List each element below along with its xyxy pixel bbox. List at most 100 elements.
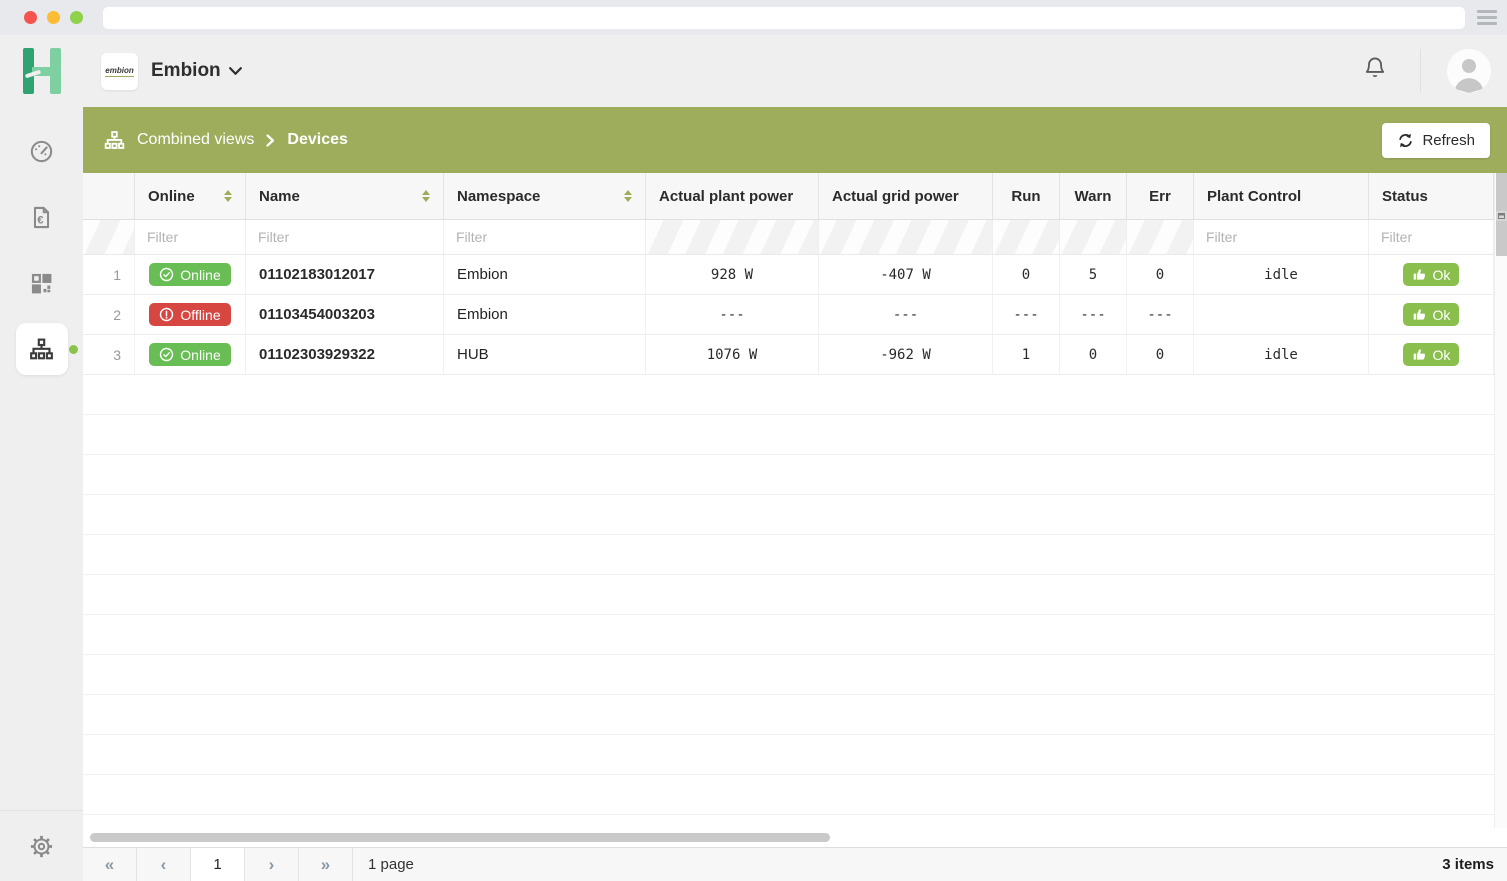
maximize-window-button[interactable] <box>70 11 83 24</box>
cell-online: Online <box>135 335 246 374</box>
ok-status-badge: Ok <box>1403 303 1460 326</box>
app-logo[interactable] <box>0 35 83 107</box>
column-label: Warn <box>1075 188 1112 205</box>
minimize-window-button[interactable] <box>47 11 60 24</box>
cell-err: 0 <box>1127 255 1194 294</box>
cell-status: Ok <box>1369 335 1494 374</box>
filter-input-name[interactable] <box>258 229 431 245</box>
hierarchy-icon <box>28 336 55 363</box>
browser-chrome <box>0 0 1507 35</box>
empty-row <box>83 615 1494 655</box>
filter-input-status[interactable] <box>1381 229 1481 245</box>
column-header-online[interactable]: Online <box>135 173 246 219</box>
filter-input-online[interactable] <box>147 229 233 245</box>
horizontal-scrollbar <box>83 828 1507 847</box>
qr-grid-icon <box>28 270 55 297</box>
column-chooser-button[interactable] <box>1496 211 1507 221</box>
cell-namespace: HUB <box>444 335 646 374</box>
online-status-badge: Online <box>149 343 230 366</box>
cell-rownum: 3 <box>83 335 135 374</box>
column-label: Err <box>1149 188 1171 205</box>
column-label: Run <box>1011 188 1040 205</box>
table-row[interactable]: 1Online01102183012017Embion928 W-407 W05… <box>83 255 1494 295</box>
cell-rownum: 1 <box>83 255 135 294</box>
sort-arrows-icon[interactable] <box>216 190 232 202</box>
org-name-label: Embion <box>151 60 221 82</box>
cell-run: 1 <box>993 335 1060 374</box>
invoice-euro-icon: € <box>28 204 55 231</box>
cell-grid_power: -962 W <box>819 335 993 374</box>
cell-grid_power: -407 W <box>819 255 993 294</box>
table-row[interactable]: 3Online01102303929322HUB1076 W-962 W100i… <box>83 335 1494 375</box>
table-row[interactable]: 2Offline01103454003203Embion------------… <box>83 295 1494 335</box>
filter-disabled-rownum <box>83 220 135 254</box>
breadcrumb-section[interactable]: Combined views <box>137 131 254 149</box>
cell-name: 01103454003203 <box>246 295 444 334</box>
org-logo-text: embion <box>105 66 133 77</box>
org-selector[interactable]: Embion <box>151 60 242 82</box>
cell-run: 0 <box>993 255 1060 294</box>
column-header-err: Err <box>1127 173 1194 219</box>
next-page-button[interactable]: › <box>245 848 299 881</box>
empty-row <box>83 415 1494 455</box>
sidebar-item-modules[interactable] <box>16 257 68 309</box>
h-logo-icon <box>23 48 61 94</box>
notifications-button[interactable] <box>1356 49 1394 94</box>
hierarchy-icon <box>103 129 126 152</box>
column-header-name[interactable]: Name <box>246 173 444 219</box>
filter-cell-status <box>1369 220 1494 254</box>
sidebar-item-devices[interactable] <box>16 323 68 375</box>
empty-row <box>83 375 1494 415</box>
cell-plant_control: idle <box>1194 255 1369 294</box>
gear-icon <box>28 833 55 860</box>
filter-disabled-grid_power <box>819 220 993 254</box>
filter-cell-namespace <box>444 220 646 254</box>
column-label: Online <box>148 188 195 205</box>
cell-plant_power: --- <box>646 295 819 334</box>
ok-status-badge: Ok <box>1403 263 1460 286</box>
column-header-warn: Warn <box>1060 173 1127 219</box>
filter-cell-name <box>246 220 444 254</box>
sidebar-item-billing[interactable]: € <box>16 191 68 243</box>
page-count-label: 1 page <box>353 848 414 881</box>
sort-arrows-icon[interactable] <box>414 190 430 202</box>
filter-disabled-plant_power <box>646 220 819 254</box>
refresh-button[interactable]: Refresh <box>1382 123 1490 158</box>
cell-grid_power: --- <box>819 295 993 334</box>
cell-namespace: Embion <box>444 295 646 334</box>
cell-status: Ok <box>1369 255 1494 294</box>
refresh-icon <box>1397 133 1414 148</box>
column-header-grid_power: Actual grid power <box>819 173 993 219</box>
column-header-rownum <box>83 173 135 219</box>
first-page-button[interactable]: « <box>83 848 137 881</box>
cell-name: 01102303929322 <box>246 335 444 374</box>
previous-page-button[interactable]: ‹ <box>137 848 191 881</box>
user-avatar[interactable] <box>1447 49 1491 93</box>
filter-input-namespace[interactable] <box>456 229 633 245</box>
gauge-icon <box>28 138 55 165</box>
column-header-namespace[interactable]: Namespace <box>444 173 646 219</box>
org-logo[interactable]: embion <box>101 53 138 90</box>
url-bar[interactable] <box>103 7 1465 29</box>
check-circle-icon <box>159 347 174 362</box>
column-header-run: Run <box>993 173 1060 219</box>
empty-row <box>83 655 1494 695</box>
horizontal-scrollbar-thumb[interactable] <box>90 833 830 842</box>
cell-err: --- <box>1127 295 1194 334</box>
empty-row <box>83 535 1494 575</box>
cell-plant_power: 928 W <box>646 255 819 294</box>
online-status-badge: Online <box>149 263 230 286</box>
sidebar-item-dashboard[interactable] <box>16 125 68 177</box>
refresh-label: Refresh <box>1422 132 1475 149</box>
filter-disabled-err <box>1127 220 1194 254</box>
last-page-button[interactable]: » <box>299 848 353 881</box>
sort-arrows-icon[interactable] <box>616 190 632 202</box>
current-page-button[interactable]: 1 <box>191 848 245 881</box>
sidebar-item-settings[interactable] <box>16 820 68 872</box>
browser-menu-icon[interactable] <box>1477 10 1497 25</box>
cell-plant_control <box>1194 295 1369 334</box>
empty-row <box>83 735 1494 775</box>
filter-input-plant_control[interactable] <box>1206 229 1356 245</box>
cell-warn: 0 <box>1060 335 1127 374</box>
close-window-button[interactable] <box>24 11 37 24</box>
